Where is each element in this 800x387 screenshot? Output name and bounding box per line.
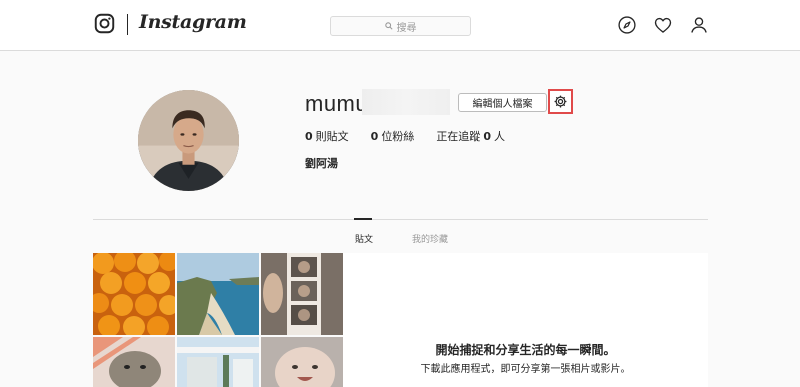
posts-label: 則貼文	[315, 130, 349, 143]
empty-state-panel: 開始捕捉和分享生活的每一瞬間。 下載此應用程式，即可分享第一張相片或影片。	[343, 253, 708, 387]
tab-posts[interactable]: 貼文	[355, 232, 373, 245]
sample-photo-dog	[93, 337, 175, 387]
tabs-divider	[93, 219, 708, 220]
gear-icon	[554, 95, 567, 108]
tab-saved[interactable]: 我的珍藏	[412, 232, 448, 245]
followers-count: 0	[370, 130, 379, 143]
sample-photo-coast	[177, 253, 259, 335]
following-stat[interactable]: 正在追蹤 0 人	[436, 128, 505, 144]
empty-state-title: 開始捕捉和分享生活的每一瞬間。	[435, 343, 616, 357]
top-nav-bar: Instagram 搜尋	[0, 0, 800, 51]
following-prefix: 正在追蹤	[436, 130, 481, 143]
following-suffix: 人	[493, 130, 505, 143]
following-count: 0	[483, 130, 491, 143]
search-icon	[384, 22, 393, 30]
followers-label: 位粉絲	[381, 130, 415, 143]
search-placeholder: 搜尋	[396, 22, 417, 34]
posts-stat: 0 則貼文	[305, 128, 349, 144]
sample-photo-oranges	[93, 253, 175, 335]
username: mumu	[305, 91, 369, 116]
person-icon[interactable]	[689, 15, 709, 35]
sample-photo-building	[177, 337, 259, 387]
heart-icon[interactable]	[653, 15, 673, 35]
edit-profile-button[interactable]: 編輯個人檔案	[458, 93, 547, 112]
profile-photo	[138, 90, 239, 191]
posts-count: 0	[305, 130, 313, 143]
username-row: mumu	[305, 89, 368, 119]
sample-photo-photobooth	[261, 253, 343, 335]
instagram-camera-icon[interactable]	[94, 13, 115, 34]
search-input[interactable]: 搜尋	[330, 16, 471, 36]
followers-stat[interactable]: 0 位粉絲	[371, 128, 415, 144]
active-tab-indicator	[354, 218, 372, 220]
full-name: 劉阿湯	[305, 157, 338, 170]
settings-button[interactable]	[548, 89, 573, 114]
sample-photo-baby	[261, 337, 343, 387]
empty-state-subtitle: 下載此應用程式，即可分享第一張相片或影片。	[420, 364, 631, 375]
sample-photo-grid	[93, 253, 343, 387]
avatar[interactable]	[138, 90, 239, 191]
redacted-username-area	[362, 89, 450, 115]
logo-divider	[127, 14, 128, 35]
compass-icon[interactable]	[617, 15, 637, 35]
profile-stats: 0 則貼文 0 位粉絲 正在追蹤 0 人	[305, 128, 527, 144]
instagram-wordmark[interactable]: Instagram	[139, 11, 247, 33]
